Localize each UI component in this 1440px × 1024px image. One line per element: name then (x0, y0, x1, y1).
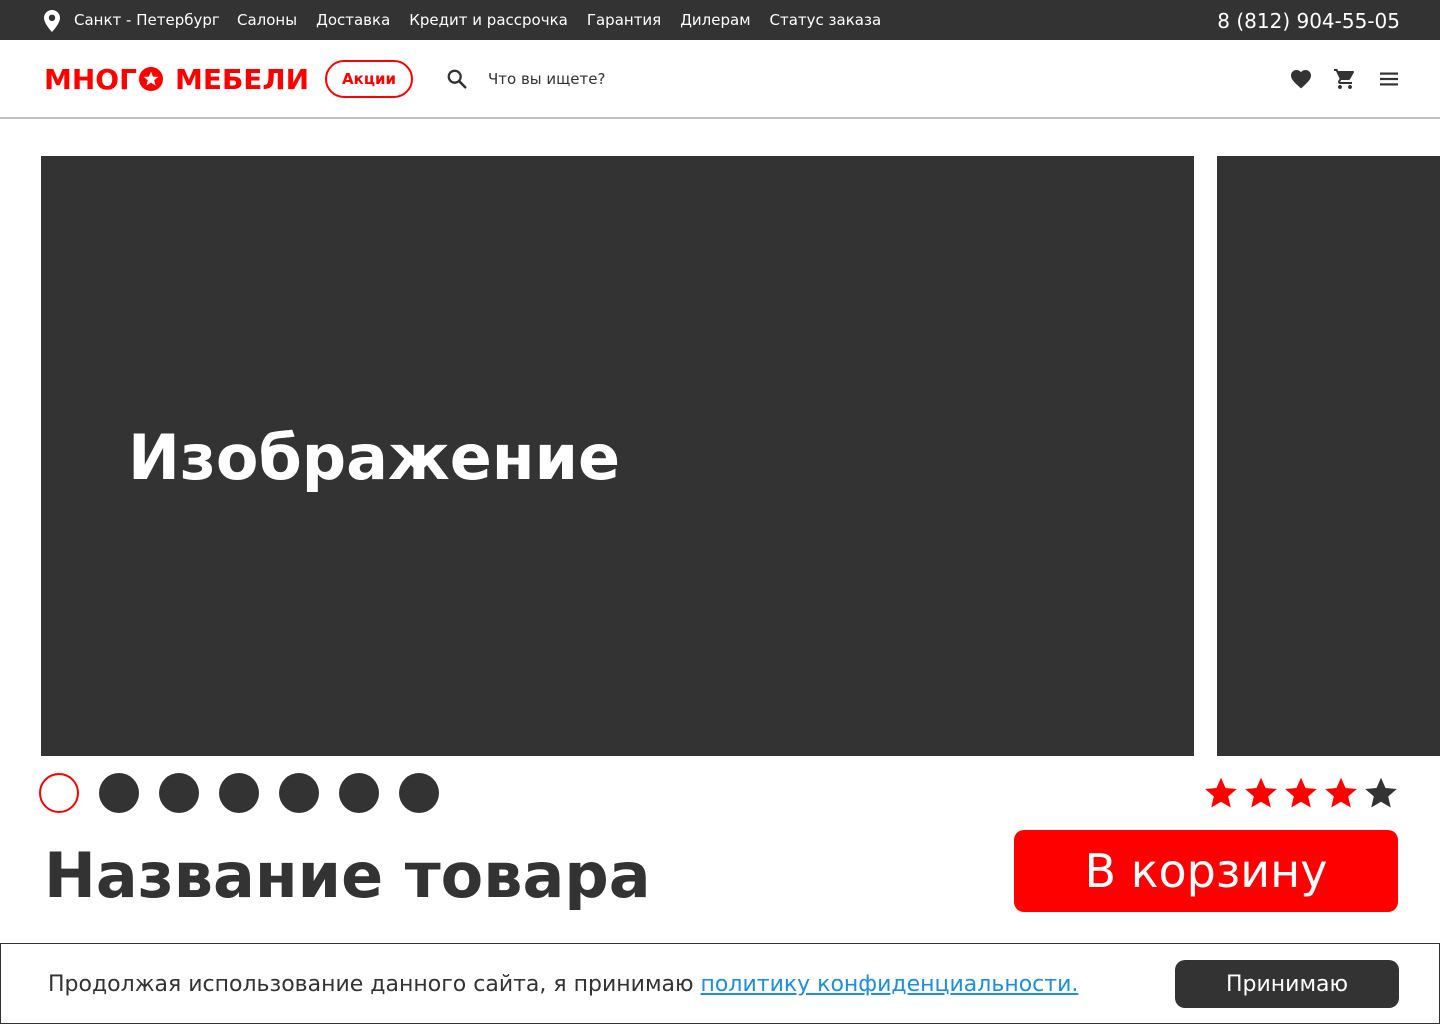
nav-link-salons[interactable]: Салоны (237, 10, 297, 30)
phone-number[interactable]: 8 (812) 904-55-05 (1217, 8, 1400, 34)
gallery-dot-3[interactable] (159, 773, 199, 813)
search-input[interactable] (488, 64, 1088, 94)
cookie-text: Продолжая использование данного сайта, я… (48, 972, 701, 997)
nav-link-credit[interactable]: Кредит и рассрочка (409, 10, 568, 30)
heart-icon[interactable] (1289, 67, 1313, 91)
logo-star-icon (138, 67, 163, 91)
gallery-dot-4[interactable] (219, 773, 259, 813)
cart-icon[interactable] (1333, 67, 1357, 91)
accept-cookies-button[interactable]: Принимаю (1175, 960, 1399, 1008)
gallery-dot-7[interactable] (399, 773, 439, 813)
gallery-pagination (39, 773, 439, 813)
logo-text-part2: МЕБЕЛИ (174, 62, 310, 96)
menu-icon[interactable] (1377, 67, 1401, 91)
gallery-dot-6[interactable] (339, 773, 379, 813)
star-icon[interactable] (1283, 775, 1319, 811)
city-selector[interactable]: Санкт - Петербург (74, 10, 220, 30)
product-title: Название товара (44, 839, 651, 912)
main-header: МНОГ МЕБЕЛИ Акции (0, 40, 1440, 119)
promo-button[interactable]: Акции (325, 60, 413, 98)
logo[interactable]: МНОГ МЕБЕЛИ (44, 62, 309, 96)
cookie-banner: Продолжая использование данного сайта, я… (0, 943, 1440, 1024)
product-image-main[interactable]: Изображение (41, 156, 1194, 756)
cookie-message: Продолжая использование данного сайта, я… (48, 970, 1078, 1000)
nav-link-dealers[interactable]: Дилерам (680, 10, 750, 30)
gallery-dot-1[interactable] (39, 773, 79, 813)
logo-text-part1: МНОГ (44, 62, 137, 96)
gallery-dot-2[interactable] (99, 773, 139, 813)
privacy-policy-link[interactable]: политику конфиденциальности. (701, 972, 1079, 997)
star-icon[interactable] (1363, 775, 1399, 811)
location-pin-icon (44, 10, 60, 32)
star-icon[interactable] (1203, 775, 1239, 811)
gallery-dot-5[interactable] (279, 773, 319, 813)
nav-link-delivery[interactable]: Доставка (316, 10, 390, 30)
rating-stars (1203, 775, 1399, 811)
search-icon[interactable] (446, 68, 468, 90)
nav-link-warranty[interactable]: Гарантия (587, 10, 661, 30)
add-to-cart-button[interactable]: В корзину (1014, 830, 1398, 912)
top-bar: Санкт - Петербург Салоны Доставка Кредит… (0, 0, 1440, 40)
product-image-next[interactable] (1217, 156, 1440, 756)
nav-link-order-status[interactable]: Статус заказа (770, 10, 882, 30)
star-icon[interactable] (1243, 775, 1279, 811)
star-icon[interactable] (1323, 775, 1359, 811)
image-placeholder-label: Изображение (128, 421, 621, 494)
top-nav: Салоны Доставка Кредит и рассрочка Гаран… (237, 10, 881, 30)
